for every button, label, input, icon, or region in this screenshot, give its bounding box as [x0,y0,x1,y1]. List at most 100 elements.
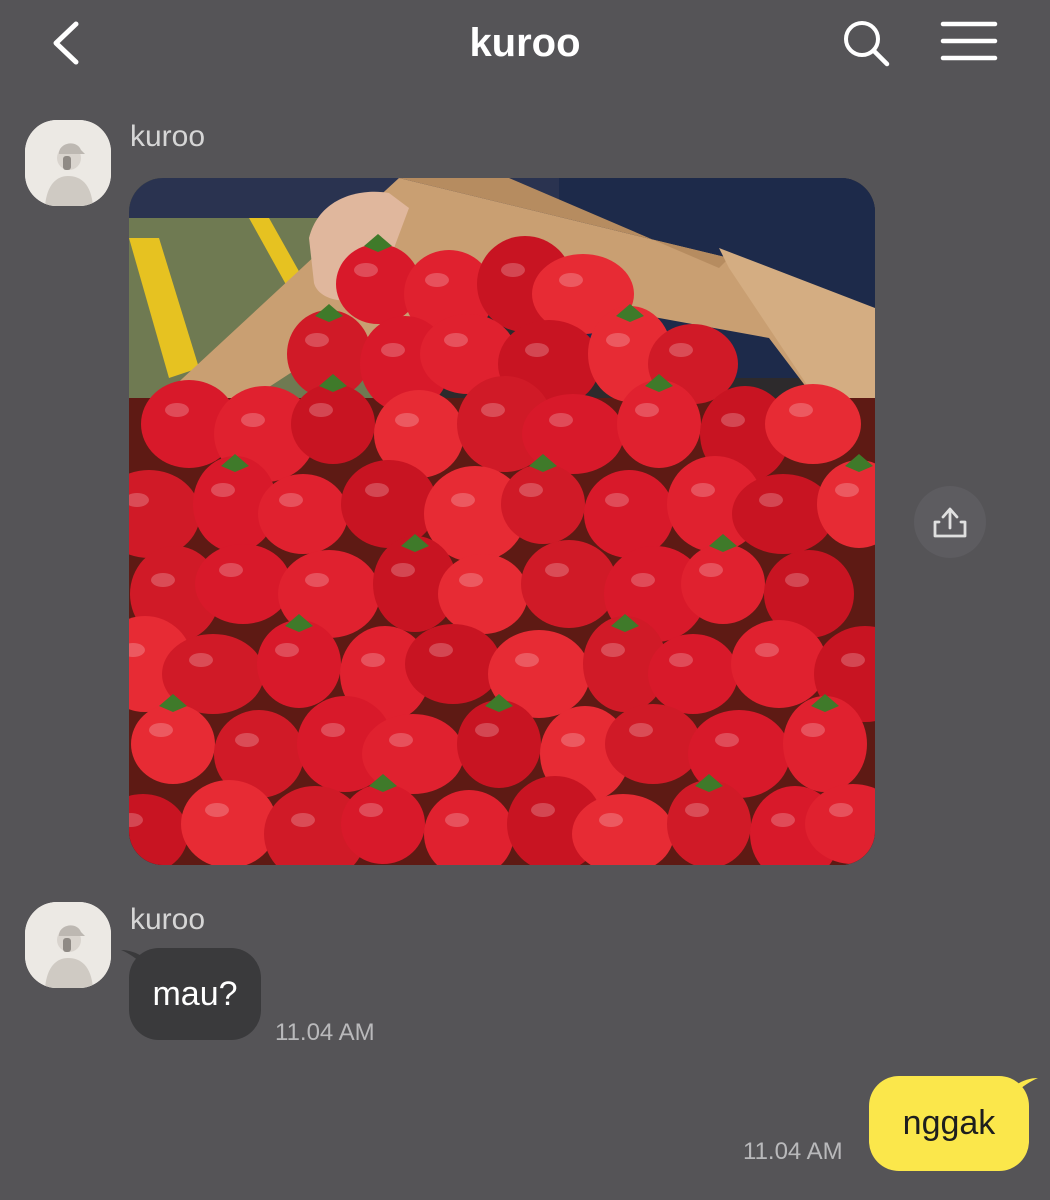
strawberry-highlight [531,803,555,817]
strawberry-highlight [629,723,653,737]
strawberry-highlight [359,803,383,817]
strawberry-highlight [785,573,809,587]
strawberry [605,704,701,784]
strawberry-highlight [241,413,265,427]
avatar[interactable] [25,902,111,988]
strawberry-highlight [559,273,583,287]
strawberry-highlight [501,263,525,277]
strawberry-highlight [205,803,229,817]
strawberry-highlight [305,333,329,347]
strawberry-highlight [801,723,825,737]
strawberry-highlight [599,813,623,827]
strawberry-highlight [715,733,739,747]
strawberry [765,384,861,464]
strawberry-highlight [841,653,865,667]
strawberry-highlight [515,653,539,667]
strawberry [681,544,765,624]
share-button[interactable] [914,486,986,558]
photo-of-strawberries[interactable] [129,178,875,865]
strawberry-highlight [691,483,715,497]
strawberry-highlight [211,483,235,497]
strawberry [258,474,348,554]
strawberry-highlight [669,653,693,667]
strawberry [731,620,827,708]
strawberry [341,784,425,864]
strawberry [291,384,375,464]
strawberry-highlight [755,643,779,657]
strawberry [181,780,277,865]
strawberry-highlight [631,573,655,587]
strawberry [438,554,528,634]
strawberry-highlight [771,813,795,827]
strawberry-highlight [549,413,573,427]
strawberry-highlight [279,493,303,507]
strawberry-highlight [381,343,405,357]
message-bubble-incoming[interactable]: mau? [129,948,261,1040]
sender-name: kuroo [130,903,206,936]
strawberry-highlight [275,643,299,657]
strawberry-highlight [321,723,345,737]
strawberry-highlight [389,733,413,747]
strawberry-highlight [354,263,378,277]
strawberry-highlight [305,573,329,587]
hamburger-menu-icon[interactable] [940,20,998,64]
strawberry-highlight [525,343,549,357]
strawberry [195,544,291,624]
strawberry [257,620,341,708]
strawberry-highlight [149,723,173,737]
strawberry-highlight [759,493,783,507]
strawberry-highlight [789,403,813,417]
strawberry-highlight [475,723,499,737]
strawberry-highlight [685,803,709,817]
strawberry [457,700,541,788]
strawberry [521,540,617,628]
strawberry-highlight [189,653,213,667]
strawberry-highlight [445,813,469,827]
sender-name: kuroo [130,120,206,153]
strawberry-highlight [605,493,629,507]
strawberry [501,464,585,544]
strawberry-highlight [481,403,505,417]
strawberry [131,704,215,784]
strawberry-highlight [519,483,543,497]
strawberry [584,470,674,558]
strawberry [341,460,437,548]
strawberry-highlight [235,733,259,747]
strawberry [648,634,738,714]
chat-header: kuroo [0,0,1050,90]
strawberry [617,380,701,468]
message-time: 11.04 AM [743,1138,843,1165]
strawberry-highlight [451,493,475,507]
strawberry-highlight [309,403,333,417]
strawberry-highlight [601,643,625,657]
strawberry-highlight [669,343,693,357]
strawberry-highlight [561,733,585,747]
strawberry-highlight [291,813,315,827]
avatar[interactable] [25,120,111,206]
chat-title: kuroo [469,21,581,65]
strawberry-highlight [361,653,385,667]
strawberry-highlight [165,403,189,417]
strawberry-highlight [151,573,175,587]
search-icon[interactable] [840,17,892,69]
strawberry-highlight [425,273,449,287]
strawberry-highlight [699,563,723,577]
message-bubble-outgoing[interactable]: nggak [869,1076,1029,1171]
strawberry-highlight [835,483,859,497]
strawberry [667,780,751,865]
strawberry-highlight [721,413,745,427]
strawberry-highlight [391,563,415,577]
strawberry-highlight [545,563,569,577]
message-time: 11.04 AM [275,1019,375,1046]
strawberry-highlight [444,333,468,347]
strawberry-highlight [429,643,453,657]
strawberry-highlight [219,563,243,577]
strawberry-highlight [635,403,659,417]
strawberry-highlight [829,803,853,817]
share-icon [933,507,967,538]
strawberry-highlight [365,483,389,497]
strawberry-highlight [395,413,419,427]
chat-screen: kuroo kuroo kuroo mau? 11.04 AM 11.04 AM… [0,0,1050,1200]
strawberry-highlight [606,333,630,347]
strawberry [405,624,501,704]
